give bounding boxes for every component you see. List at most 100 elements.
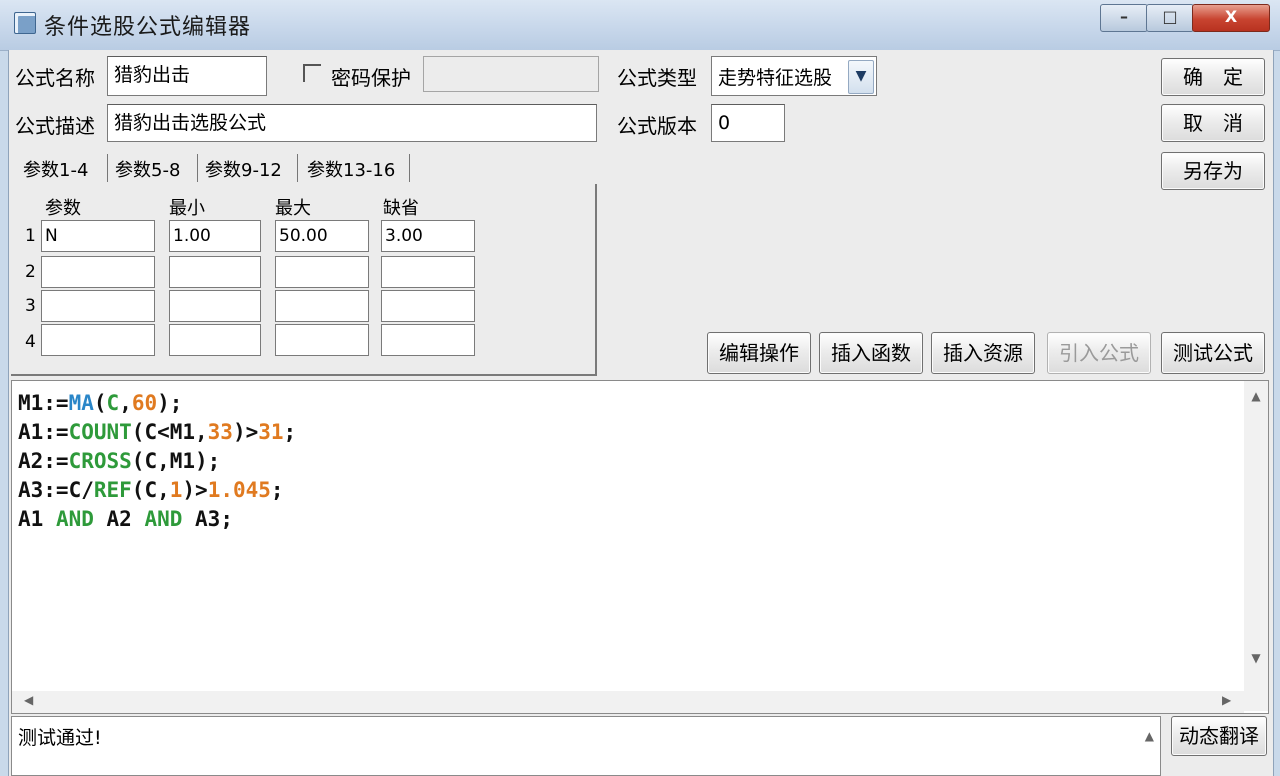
scroll-right-icon[interactable]: ▶ — [1222, 693, 1231, 707]
param-min-cell[interactable] — [169, 324, 261, 356]
insert-function-button[interactable]: 插入函数 — [819, 332, 923, 374]
param-min-cell[interactable] — [169, 256, 261, 288]
code-token: ( — [93, 391, 107, 415]
code-token: CROSS — [68, 449, 132, 473]
param-header-default: 缺省 — [383, 198, 419, 219]
scroll-up-icon[interactable]: ▲ — [1244, 389, 1268, 403]
formula-name-input[interactable]: 猎豹出击 — [107, 56, 267, 96]
code-token: ; — [270, 478, 284, 502]
dynamic-translate-button[interactable]: 动态翻译 — [1171, 716, 1267, 756]
minimize-button[interactable]: – — [1100, 4, 1148, 32]
code-token: COUNT — [68, 420, 132, 444]
formula-type-label: 公式类型 — [617, 66, 697, 90]
param-max-cell[interactable] — [275, 256, 369, 288]
code-token: ; — [283, 420, 297, 444]
formula-editor-window: 条件选股公式编辑器 – □ X 公式名称 猎豹出击 密码保护 公式类型 走势特征… — [0, 0, 1280, 776]
param-default-cell[interactable] — [381, 290, 475, 322]
param-header-name: 参数 — [45, 198, 81, 219]
code-line: M1:=MA(C,60); — [18, 391, 182, 415]
code-token: C — [106, 391, 120, 415]
dialog-body: 公式名称 猎豹出击 密码保护 公式类型 走势特征选股 ▼ 确 定 公式描述 猎豹… — [8, 50, 1274, 776]
code-token: 60 — [131, 391, 158, 415]
code-token: A2:= — [18, 449, 69, 473]
param-default-cell[interactable] — [381, 256, 475, 288]
tab-separator — [197, 154, 198, 182]
code-token: AND — [55, 507, 94, 531]
scroll-up-icon[interactable]: ▲ — [1145, 729, 1154, 743]
formula-type-select[interactable]: 走势特征选股 ▼ — [711, 56, 877, 96]
tab-params-1-4[interactable]: 参数1-4 — [23, 156, 88, 182]
tab-separator — [297, 154, 298, 182]
formula-desc-input[interactable]: 猎豹出击选股公式 — [107, 104, 597, 142]
formula-desc-label: 公式描述 — [15, 114, 95, 138]
param-min-cell[interactable]: 1.00 — [169, 220, 261, 252]
code-line: A3:=C/REF(C,1)>1.045; — [18, 478, 284, 502]
code-token: 33 — [207, 420, 233, 444]
password-checkbox[interactable] — [303, 64, 321, 82]
code-token: A2 — [93, 507, 145, 531]
scroll-left-icon[interactable]: ◀ — [24, 693, 33, 707]
param-row-number: 4 — [25, 332, 36, 352]
code-token: (C,M1); — [131, 449, 221, 473]
test-formula-button[interactable]: 测试公式 — [1161, 332, 1265, 374]
tab-separator — [107, 154, 108, 182]
param-max-cell[interactable] — [275, 324, 369, 356]
formula-name-label: 公式名称 — [15, 66, 95, 90]
param-header-max: 最大 — [275, 198, 311, 219]
code-token: AND — [144, 507, 183, 531]
param-row-number: 2 — [25, 262, 36, 282]
window-title: 条件选股公式编辑器 — [44, 15, 252, 40]
formula-version-label: 公式版本 — [617, 114, 697, 138]
status-message-box: 测试通过! ▲ — [11, 716, 1161, 776]
param-min-cell[interactable] — [169, 290, 261, 322]
password-label: 密码保护 — [331, 66, 411, 90]
app-icon — [14, 12, 36, 34]
save-as-button[interactable]: 另存为 — [1161, 152, 1265, 190]
param-max-cell[interactable]: 50.00 — [275, 220, 369, 252]
code-token: )> — [182, 478, 208, 502]
code-token: 1 — [169, 478, 183, 502]
import-formula-button[interactable]: 引入公式 — [1047, 332, 1151, 374]
code-token: A3; — [182, 507, 233, 531]
param-name-cell[interactable] — [41, 324, 155, 356]
code-line: A1:=COUNT(C<M1,33)>31; — [18, 420, 296, 444]
param-header-min: 最小 — [169, 198, 205, 219]
param-row-number: 3 — [25, 296, 36, 316]
code-token: MA — [68, 391, 94, 415]
tab-params-9-12[interactable]: 参数9-12 — [205, 156, 282, 182]
insert-resource-button[interactable]: 插入资源 — [931, 332, 1035, 374]
param-default-cell[interactable] — [381, 324, 475, 356]
param-name-cell[interactable]: N — [41, 220, 155, 252]
code-token: A3:=C/ — [18, 478, 94, 502]
cancel-button[interactable]: 取 消 — [1161, 104, 1265, 142]
param-name-cell[interactable] — [41, 256, 155, 288]
edit-operations-button[interactable]: 编辑操作 — [707, 332, 811, 374]
code-token: )> — [232, 420, 259, 444]
code-token: 1.045 — [207, 478, 271, 502]
formula-version-input[interactable]: 0 — [711, 104, 785, 142]
code-token: 31 — [258, 420, 284, 444]
scroll-down-icon[interactable]: ▼ — [1244, 651, 1268, 665]
code-editor[interactable]: M1:=MA(C,60); A1:=COUNT(C<M1,33)>31; A2:… — [11, 380, 1269, 714]
code-line: A1 AND A2 AND A3; — [18, 507, 233, 531]
param-default-cell[interactable]: 3.00 — [381, 220, 475, 252]
close-button[interactable]: X — [1192, 4, 1270, 32]
code-token: A1 — [18, 507, 56, 531]
ok-button[interactable]: 确 定 — [1161, 58, 1265, 96]
code-token: REF — [93, 478, 132, 502]
code-token: A1:= — [18, 420, 69, 444]
code-token: (C, — [131, 478, 170, 502]
chevron-down-icon[interactable]: ▼ — [848, 60, 874, 94]
code-token: , — [119, 391, 132, 415]
password-input[interactable] — [423, 56, 599, 92]
param-max-cell[interactable] — [275, 290, 369, 322]
maximize-button[interactable]: □ — [1146, 4, 1194, 32]
horizontal-scrollbar[interactable]: ◀ ▶ — [12, 691, 1244, 713]
param-name-cell[interactable] — [41, 290, 155, 322]
tab-params-13-16[interactable]: 参数13-16 — [307, 156, 395, 182]
title-bar[interactable]: 条件选股公式编辑器 – □ X — [0, 0, 1280, 51]
tab-params-5-8[interactable]: 参数5-8 — [115, 156, 180, 182]
vertical-scrollbar[interactable]: ▲ ▼ — [1244, 381, 1268, 711]
code-token: M1:= — [18, 391, 69, 415]
code-token: ); — [157, 391, 183, 415]
